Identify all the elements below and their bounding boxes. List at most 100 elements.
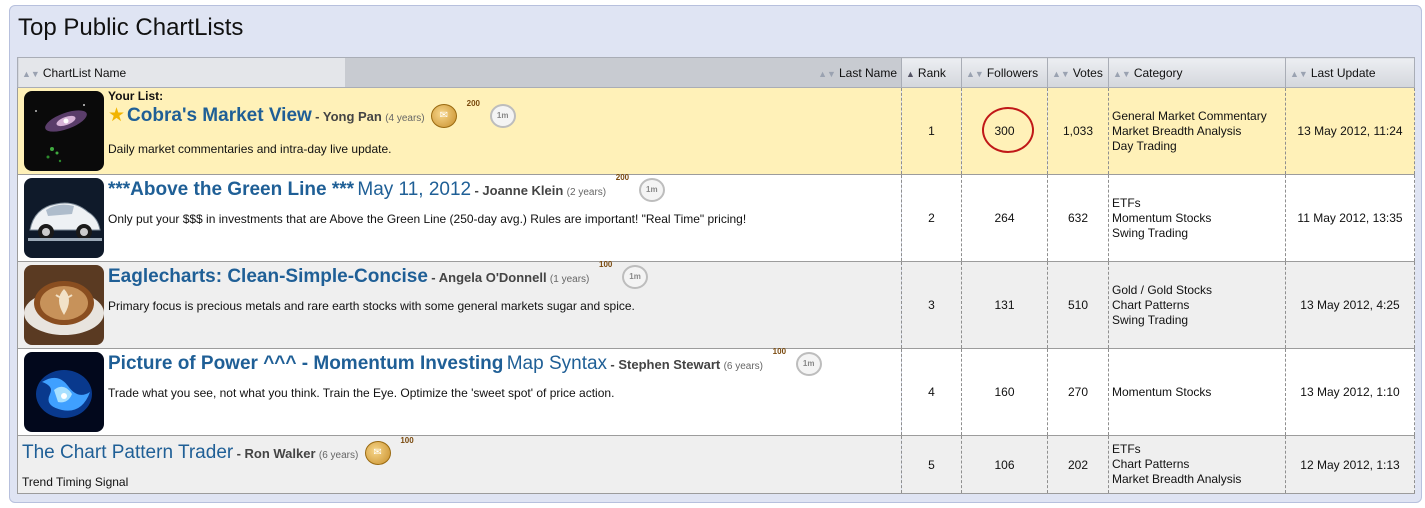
- category-item: Momentum Stocks: [1112, 384, 1212, 399]
- chartlist-title-line: The Chart Pattern Trader - Ron Walker (6…: [22, 436, 895, 469]
- chartlist-title-line: ★ Cobra's Market View - Yong Pan (4 years…: [108, 99, 895, 132]
- laurel-1m-badge-icon: 1m: [489, 103, 516, 128]
- ribbon-badge-icon: 100: [400, 435, 414, 445]
- chartlist-name-cell: ***Above the Green Line *** May 11, 2012…: [17, 173, 902, 262]
- sort-icon: ▲▼: [22, 68, 40, 79]
- author-years: (1 years): [549, 274, 590, 285]
- chartlist-subtitle-link[interactable]: May 11, 2012: [357, 179, 471, 200]
- col-header-votes[interactable]: ▲▼ Votes: [1047, 57, 1109, 88]
- chartlist-title-line: Picture of Power ^^^ - Momentum Investin…: [108, 347, 895, 380]
- chartlist-title-link[interactable]: The Chart Pattern Trader: [22, 442, 233, 463]
- chartlist-thumbnail[interactable]: [24, 352, 104, 432]
- chartlist-description: Trend Timing Signal: [22, 475, 129, 489]
- category-cell: Gold / Gold Stocks Chart Patterns Swing …: [1108, 261, 1286, 349]
- table-row: Your List: ★ Cobra's Market View - Yong P…: [17, 87, 1415, 175]
- medal-badge-icon: ✉: [364, 440, 391, 465]
- annotation-circle: [982, 107, 1034, 153]
- chartlists-table: ▲▼ ChartList Name ▲▼ Last Name ▲ Rank ▲▼ Fol…: [17, 57, 1415, 494]
- chartlist-description: Only put your $$$ in investments that ar…: [108, 212, 747, 226]
- rank-cell: 4: [901, 348, 962, 436]
- category-item: ETFs: [1112, 195, 1141, 210]
- category-cell: ETFs Momentum Stocks Swing Trading: [1108, 174, 1286, 262]
- rank-cell: 3: [901, 261, 962, 349]
- category-item: Market Breadth Analysis: [1112, 472, 1242, 486]
- chartlist-info: The Chart Pattern Trader - Ron Walker (6…: [22, 436, 895, 489]
- col-header-last-name[interactable]: ▲▼ Last Name: [818, 66, 897, 80]
- chartlist-title-link[interactable]: Eaglecharts: Clean-Simple-Concise: [108, 266, 428, 287]
- followers-cell: 106: [961, 435, 1048, 494]
- author-years: (4 years): [385, 113, 425, 124]
- rank-cell: 2: [901, 174, 962, 262]
- table-row: ***Above the Green Line *** May 11, 2012…: [17, 173, 1415, 262]
- chartlist-title-line: Eaglecharts: Clean-Simple-Concise - Ange…: [108, 260, 895, 293]
- laurel-1m-badge-icon: 1m: [638, 177, 665, 202]
- medal-badge-icon: ✉: [430, 103, 457, 128]
- rank-cell: 1: [901, 87, 962, 175]
- sort-icon: ▲▼: [966, 68, 984, 79]
- followers-cell: 131: [961, 261, 1048, 349]
- votes-cell: 632: [1047, 174, 1109, 262]
- author-name[interactable]: Angela O'Donnell: [439, 270, 547, 285]
- table-header-row: ▲▼ ChartList Name ▲▼ Last Name ▲ Rank ▲▼ Fol…: [17, 57, 1415, 88]
- page-title: Top Public ChartLists: [18, 14, 244, 41]
- chartlist-info: ***Above the Green Line *** May 11, 2012…: [108, 173, 895, 226]
- col-header-rank[interactable]: ▲ Rank: [901, 57, 962, 88]
- chartlists-panel: Top Public ChartLists ▲▼ ChartList Name ▲…: [9, 5, 1422, 503]
- author-name[interactable]: Yong Pan: [323, 109, 382, 124]
- chartlist-info: Eaglecharts: Clean-Simple-Concise - Ange…: [108, 260, 895, 313]
- category-cell: General Market Commentary Market Breadth…: [1108, 87, 1286, 175]
- table-row: The Chart Pattern Trader - Ron Walker (6…: [17, 435, 1415, 494]
- followers-cell: 264: [961, 174, 1048, 262]
- chartlist-description: Primary focus is precious metals and rar…: [108, 299, 635, 313]
- ribbon-badge-icon: 100: [772, 346, 787, 356]
- chartlist-info: Your List: ★ Cobra's Market View - Yong P…: [108, 90, 895, 156]
- category-cell: ETFs Chart Patterns Market Breadth Analy…: [1108, 435, 1286, 494]
- chartlist-title-line: ***Above the Green Line *** May 11, 2012…: [108, 173, 895, 206]
- votes-cell: 1,033: [1047, 87, 1109, 175]
- chartlist-info: Picture of Power ^^^ - Momentum Investin…: [108, 347, 895, 400]
- col-header-category[interactable]: ▲▼ Category: [1108, 57, 1286, 88]
- author-name[interactable]: Joanne Klein: [482, 183, 563, 198]
- table-row: Picture of Power ^^^ - Momentum Investin…: [17, 347, 1415, 436]
- category-item: Swing Trading: [1112, 225, 1189, 240]
- last-update-cell: 13 May 2012, 4:25: [1285, 261, 1415, 349]
- chartlist-thumbnail[interactable]: [24, 178, 104, 258]
- chartlist-title-link[interactable]: ***Above the Green Line ***: [108, 179, 354, 200]
- category-item: Chart Patterns: [1112, 457, 1190, 471]
- author-years: (2 years): [566, 187, 607, 198]
- sort-asc-icon: ▲: [906, 68, 915, 79]
- category-item: Chart Patterns: [1112, 297, 1190, 312]
- last-update-cell: 11 May 2012, 13:35: [1285, 174, 1415, 262]
- star-icon: ★: [108, 105, 126, 126]
- category-item: Day Trading: [1112, 138, 1177, 153]
- chartlist-title-link[interactable]: Picture of Power ^^^ - Momentum Investin…: [108, 353, 503, 374]
- chartlist-thumbnail[interactable]: [24, 265, 104, 345]
- chartlist-name-cell: Picture of Power ^^^ - Momentum Investin…: [17, 347, 902, 436]
- laurel-1m-badge-icon: 1m: [795, 351, 822, 376]
- sort-icon: ▲▼: [1290, 68, 1308, 79]
- votes-cell: 202: [1047, 435, 1109, 494]
- col-header-followers[interactable]: ▲▼ Followers: [961, 57, 1048, 88]
- col-header-name[interactable]: ▲▼ ChartList Name ▲▼ Last Name: [17, 57, 902, 88]
- chartlist-thumbnail[interactable]: [24, 91, 104, 171]
- chartlist-description: Trade what you see, not what you think. …: [108, 386, 615, 400]
- category-item: Momentum Stocks: [1112, 210, 1212, 225]
- chartlist-name-cell: Your List: ★ Cobra's Market View - Yong P…: [17, 87, 902, 175]
- col-header-last-update[interactable]: ▲▼ Last Update: [1285, 57, 1415, 88]
- chartlist-name-cell: The Chart Pattern Trader - Ron Walker (6…: [17, 435, 902, 494]
- author-years: (6 years): [723, 361, 764, 372]
- author-name[interactable]: Ron Walker: [245, 446, 316, 461]
- ribbon-badge-icon: 100: [599, 259, 613, 269]
- chartlist-description: Daily market commentaries and intra-day …: [108, 142, 392, 156]
- author-name[interactable]: Stephen Stewart: [618, 357, 720, 372]
- chartlist-subtitle-link[interactable]: Map Syntax: [507, 353, 607, 374]
- ribbon-badge-icon: 200: [615, 172, 630, 182]
- followers-cell: 160: [961, 348, 1048, 436]
- chartlist-title-link[interactable]: Cobra's Market View: [127, 105, 312, 126]
- last-update-cell: 13 May 2012, 11:24: [1285, 87, 1415, 175]
- category-item: Gold / Gold Stocks: [1112, 282, 1213, 297]
- last-update-cell: 12 May 2012, 1:13: [1285, 435, 1415, 494]
- category-item: ETFs: [1112, 442, 1141, 456]
- author-years: (6 years): [318, 450, 359, 461]
- votes-cell: 510: [1047, 261, 1109, 349]
